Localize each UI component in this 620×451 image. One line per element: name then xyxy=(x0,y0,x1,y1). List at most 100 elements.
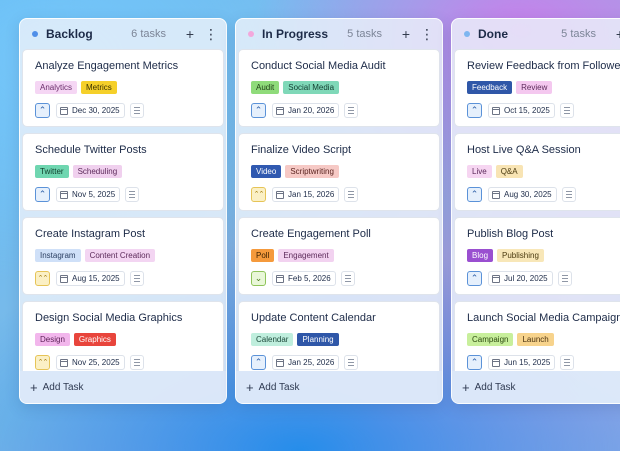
column-more-icon[interactable]: ⋮ xyxy=(204,27,218,41)
notes-icon[interactable] xyxy=(344,187,359,202)
task-card[interactable]: Launch Social Media Campaign Campaign Laun… xyxy=(454,301,620,371)
calendar-icon xyxy=(60,358,68,367)
notes-icon[interactable] xyxy=(129,103,144,118)
card-list: Analyze Engagement Metrics Analytics Metri… xyxy=(20,49,226,371)
priority-up-icon[interactable]: ⌃ xyxy=(467,103,482,118)
priority-up-icon[interactable]: ⌃ xyxy=(251,103,266,118)
task-tags: Design Graphics xyxy=(35,333,223,346)
task-meta: ⌃ Jan 20, 2026 xyxy=(251,103,439,118)
due-date: Nov 25, 2025 xyxy=(72,358,120,367)
notes-icon[interactable] xyxy=(557,271,572,286)
column-header: In Progress 5 tasks + ⋮ xyxy=(236,19,442,49)
task-meta: ⌄ Feb 5, 2026 xyxy=(251,271,439,286)
due-date: Jan 25, 2026 xyxy=(288,358,335,367)
task-card[interactable]: Publish Blog Post Blog Publishing ⌃ Jul 20, … xyxy=(454,217,620,295)
due-date-chip[interactable]: Jan 20, 2026 xyxy=(272,103,340,118)
calendar-icon xyxy=(492,106,500,115)
add-task-button[interactable]: + Add Task xyxy=(20,371,226,403)
priority-up-icon[interactable]: ⌃ xyxy=(251,355,266,370)
notes-icon[interactable] xyxy=(561,187,576,202)
task-tag: Scriptwriting xyxy=(285,165,339,178)
due-date: Jan 15, 2026 xyxy=(288,190,335,199)
task-title: Review Feedback from Followers xyxy=(467,60,620,72)
priority-up-icon[interactable]: ⌃ xyxy=(467,355,482,370)
task-title: Conduct Social Media Audit xyxy=(251,60,386,72)
priority-high-icon[interactable]: ⌃⌃ xyxy=(35,271,50,286)
due-date: Jul 20, 2025 xyxy=(504,274,548,283)
priority-up-icon[interactable]: ⌃ xyxy=(35,187,50,202)
notes-icon[interactable] xyxy=(125,187,140,202)
task-title: Finalize Video Script xyxy=(251,144,352,156)
due-date-chip[interactable]: Jan 15, 2026 xyxy=(272,187,340,202)
notes-icon[interactable] xyxy=(129,271,144,286)
notes-icon[interactable] xyxy=(559,103,574,118)
column-title: Backlog xyxy=(46,27,93,41)
due-date-chip[interactable]: Dec 30, 2025 xyxy=(56,103,125,118)
add-card-plus-icon[interactable]: + xyxy=(184,27,196,41)
task-tag: Twitter xyxy=(35,165,69,178)
task-tags: Video Scriptwriting xyxy=(251,165,439,178)
task-tag: Publishing xyxy=(497,249,544,262)
task-tags: Poll Engagement xyxy=(251,249,439,262)
calendar-icon xyxy=(276,190,284,199)
due-date-chip[interactable]: Jul 20, 2025 xyxy=(488,271,553,286)
task-card[interactable]: Create Engagement Poll Poll Engagement ⌄ Feb… xyxy=(238,217,440,295)
priority-high-icon[interactable]: ⌃⌃ xyxy=(35,355,50,370)
task-tag: Scheduling xyxy=(72,165,123,178)
task-card[interactable]: Host Live Q&A Session Live Q&A ⌃ Aug 30, 202… xyxy=(454,133,620,211)
task-card[interactable]: Design Social Media Graphics Design Graphi… xyxy=(22,301,224,371)
task-card[interactable]: Schedule Twitter Posts Twitter Scheduling ⌃… xyxy=(22,133,224,211)
calendar-icon xyxy=(492,358,500,367)
task-tag: Social Media xyxy=(283,81,340,94)
priority-high-icon[interactable]: ⌃⌃ xyxy=(251,187,266,202)
notes-icon[interactable] xyxy=(129,355,144,370)
task-card[interactable]: Create Instagram Post Instagram Content Cr… xyxy=(22,217,224,295)
task-card[interactable]: Conduct Social Media Audit Audit Social Me… xyxy=(238,49,440,127)
task-tag: Design xyxy=(35,333,70,346)
priority-up-icon[interactable]: ⌃ xyxy=(467,187,482,202)
due-date-chip[interactable]: Aug 15, 2025 xyxy=(56,271,125,286)
task-meta: ⌃ Oct 15, 2025 xyxy=(467,103,620,118)
notes-icon[interactable] xyxy=(560,355,575,370)
task-card[interactable]: Analyze Engagement Metrics Analytics Metri… xyxy=(22,49,224,127)
task-tag: Instagram xyxy=(35,249,81,262)
add-task-button[interactable]: + Add Task xyxy=(236,371,442,403)
notes-icon[interactable] xyxy=(340,271,355,286)
task-tag: Blog xyxy=(467,249,494,262)
priority-down-icon[interactable]: ⌄ xyxy=(251,271,266,286)
task-tags: Campaign Launch xyxy=(467,333,620,346)
due-date-chip[interactable]: Nov 25, 2025 xyxy=(56,355,125,370)
due-date: Aug 30, 2025 xyxy=(504,190,552,199)
due-date-chip[interactable]: Aug 30, 2025 xyxy=(488,187,557,202)
task-tags: Blog Publishing xyxy=(467,249,620,262)
priority-up-icon[interactable]: ⌃ xyxy=(35,103,50,118)
add-card-plus-icon[interactable]: + xyxy=(614,27,620,41)
task-card[interactable]: Update Content Calendar Calendar Planning ⌃… xyxy=(238,301,440,371)
task-card[interactable]: Review Feedback from Followers Feedback Re… xyxy=(454,49,620,127)
notes-icon[interactable] xyxy=(344,103,359,118)
task-tag: Launch xyxy=(517,333,554,346)
due-date: Feb 5, 2026 xyxy=(288,274,331,283)
column-more-icon[interactable]: ⋮ xyxy=(420,27,434,41)
due-date-chip[interactable]: Oct 15, 2025 xyxy=(488,103,555,118)
task-tag: Q&A xyxy=(495,165,523,178)
add-task-button[interactable]: + Add Task xyxy=(452,371,620,403)
task-card[interactable]: Finalize Video Script Video Scriptwriting ⌃… xyxy=(238,133,440,211)
task-meta: ⌃⌃ Nov 25, 2025 xyxy=(35,355,223,370)
task-tags: Audit Social Media xyxy=(251,81,439,94)
task-title: Update Content Calendar xyxy=(251,312,376,324)
task-tag: Audit xyxy=(251,81,280,94)
plus-icon: + xyxy=(246,379,254,395)
column-task-count: 5 tasks xyxy=(561,28,596,40)
due-date-chip[interactable]: Feb 5, 2026 xyxy=(272,271,336,286)
due-date-chip[interactable]: Jun 15, 2025 xyxy=(488,355,556,370)
task-tag: Video xyxy=(251,165,282,178)
priority-up-icon[interactable]: ⌃ xyxy=(467,271,482,286)
column-status-dot xyxy=(32,31,38,37)
due-date: Nov 5, 2025 xyxy=(72,190,116,199)
due-date-chip[interactable]: Nov 5, 2025 xyxy=(56,187,121,202)
notes-icon[interactable] xyxy=(344,355,359,370)
add-card-plus-icon[interactable]: + xyxy=(400,27,412,41)
due-date-chip[interactable]: Jan 25, 2026 xyxy=(272,355,340,370)
due-date: Jun 15, 2025 xyxy=(504,358,551,367)
